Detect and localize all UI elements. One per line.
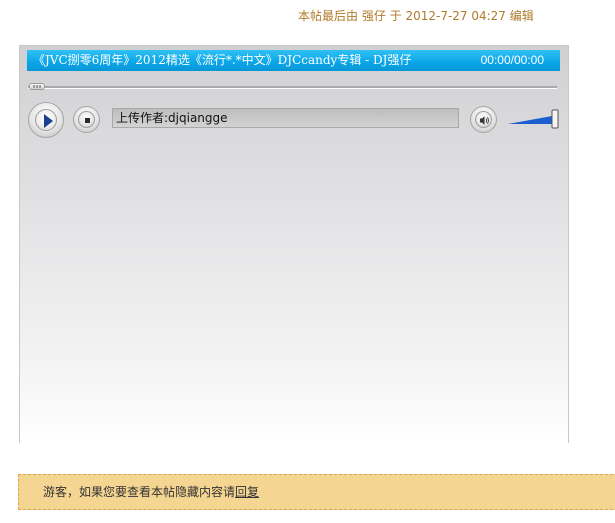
edit-note: 本帖最后由 强仔 于 2012-7-27 04:27 编辑 [298,9,534,23]
play-icon [44,114,53,128]
volume-button[interactable] [470,106,497,133]
notice-text: 游客，如果您要查看本帖隐藏内容请 [43,485,236,499]
time-display: 00:00/00:00 [480,53,544,67]
music-player: 《JVC捌零6周年》2012精选《流行*.*中文》DJCcandy专辑 - DJ… [19,45,569,443]
seek-handle[interactable] [29,83,45,90]
stop-icon [85,118,90,123]
uploader-info: 上传作者:djqiangge [112,108,459,128]
volume-slider[interactable] [506,108,562,130]
hidden-content-notice: 游客，如果您要查看本帖隐藏内容请回复 [18,474,615,510]
stop-button[interactable] [73,106,100,133]
volume-handle [551,109,559,129]
seek-bar[interactable] [28,86,557,89]
track-title: 《JVC捌零6周年》2012精选《流行*.*中文》DJCcandy专辑 - DJ… [33,53,412,67]
play-button[interactable] [28,102,64,138]
speaker-icon [480,116,489,125]
player-title-bar: 《JVC捌零6周年》2012精选《流行*.*中文》DJCcandy专辑 - DJ… [27,50,560,71]
reply-link[interactable]: 回复 [235,485,259,499]
